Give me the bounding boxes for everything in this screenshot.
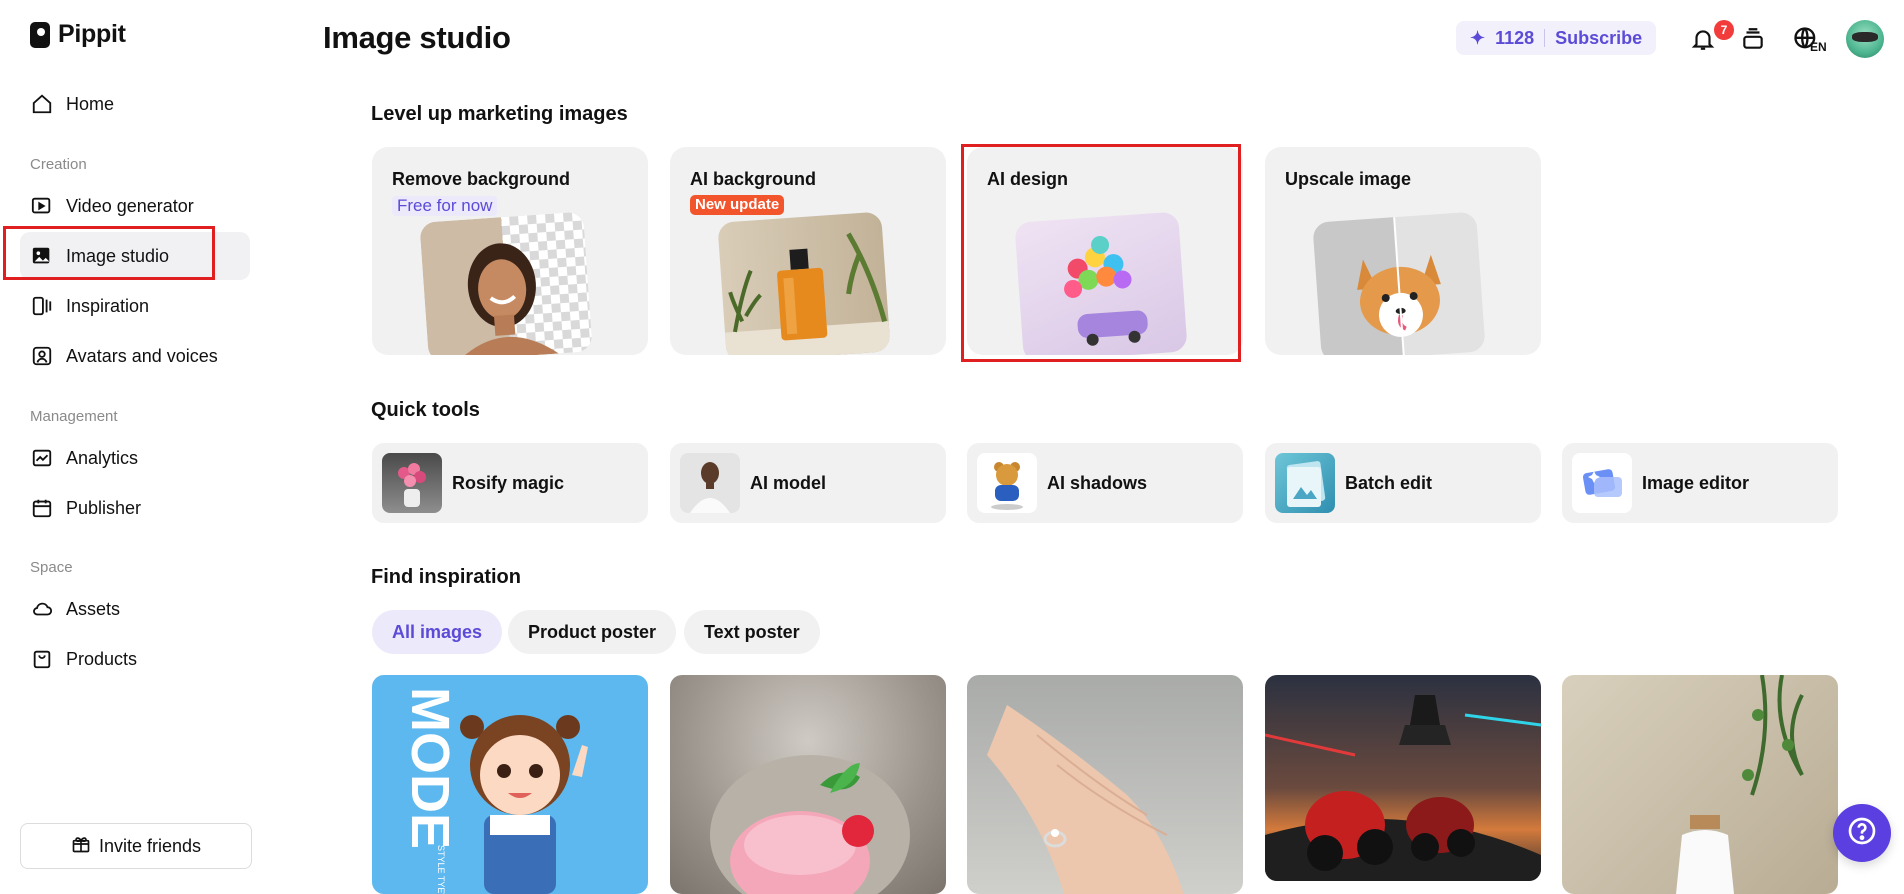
section-title-quick-tools: Quick tools — [371, 399, 480, 421]
card-title: Upscale image — [1285, 169, 1412, 189]
tool-label: Image editor — [1642, 472, 1750, 493]
teddy-bear-thumbnail — [977, 453, 1037, 513]
corgi-dog-image — [1312, 211, 1486, 355]
user-avatar[interactable] — [1846, 20, 1884, 58]
bag-icon — [30, 647, 54, 671]
section-title-inspiration: Find inspiration — [371, 566, 521, 588]
tool-label: Batch edit — [1345, 472, 1433, 493]
sidebar: Pippit Home Creation Video generator Ima… — [0, 0, 270, 894]
app-logo[interactable]: Pippit — [30, 20, 126, 49]
card-remove-background[interactable]: Remove background Free for now — [372, 147, 648, 355]
help-question-icon — [1846, 815, 1878, 852]
sidebar-item-analytics[interactable]: Analytics — [20, 434, 250, 482]
filter-all-images[interactable]: All images — [372, 610, 503, 654]
inspiration-image-motorcycles[interactable] — [1265, 675, 1541, 881]
tool-ai-model[interactable]: AI model — [670, 443, 946, 523]
sidebar-item-video-generator[interactable]: Video generator — [20, 182, 250, 230]
avatar-icon — [30, 344, 54, 368]
sidebar-item-label: Video generator — [66, 195, 194, 216]
notification-badge: 7 — [1714, 20, 1734, 40]
inspiration-image-drink[interactable] — [670, 675, 946, 894]
language-code: EN — [1810, 40, 1827, 54]
home-icon — [30, 92, 54, 116]
section-title-marketing: Level up marketing images — [371, 103, 628, 125]
section-label-management: Management — [30, 408, 118, 425]
gift-icon — [71, 834, 91, 859]
tool-label: AI shadows — [1047, 472, 1148, 493]
credits-subscribe-bar[interactable]: ✦ 1128 Subscribe — [1456, 21, 1657, 55]
card-tag-free: Free for now — [392, 196, 498, 216]
invite-friends-label: Invite friends — [98, 835, 202, 856]
image-editor-thumbnail — [1572, 453, 1632, 513]
image-add-icon — [30, 244, 54, 268]
section-label-creation: Creation — [30, 156, 87, 173]
poster-text: MODE — [400, 687, 460, 849]
calendar-icon — [30, 496, 54, 520]
card-tag-new-update: New update — [690, 195, 785, 215]
rose-vase-thumbnail — [382, 453, 442, 513]
sparkle-icon: ✦ — [1470, 27, 1486, 48]
inspiration-image-milk-bottle[interactable] — [1562, 675, 1838, 894]
tool-label: AI model — [750, 472, 827, 493]
perfume-bottle-image — [717, 211, 891, 355]
sidebar-item-label: Image studio — [66, 245, 170, 266]
cloud-icon — [30, 597, 54, 621]
help-button[interactable] — [1833, 804, 1891, 862]
page-title: Image studio — [323, 20, 511, 55]
sidebar-item-label: Home — [66, 93, 115, 114]
sidebar-item-label: Analytics — [66, 447, 139, 468]
balloon-car-image — [1014, 211, 1188, 355]
invite-friends-button[interactable]: Invite friends — [20, 823, 252, 869]
tool-image-editor[interactable]: Image editor — [1562, 443, 1838, 523]
divider — [1544, 29, 1546, 47]
sidebar-item-label: Avatars and voices — [66, 345, 218, 366]
filter-product-poster[interactable]: Product poster — [508, 610, 677, 654]
card-title: AI background — [690, 169, 817, 189]
man-model-thumbnail — [680, 453, 740, 513]
language-globe-icon[interactable]: EN — [1786, 22, 1827, 56]
sidebar-item-assets[interactable]: Assets — [20, 585, 250, 633]
inspiration-icon — [30, 294, 54, 318]
poster-subtext: STYLE TYEW — [436, 845, 446, 894]
filter-text-poster[interactable]: Text poster — [684, 610, 820, 654]
layers-icon[interactable] — [1736, 22, 1770, 56]
credits-count: 1128 — [1495, 27, 1535, 48]
subscribe-button[interactable]: Subscribe — [1555, 28, 1642, 49]
inspiration-image-girl-poster[interactable]: MODE STYLE TYEW — [372, 675, 648, 894]
sidebar-item-home[interactable]: Home — [20, 80, 250, 128]
sidebar-item-image-studio[interactable]: Image studio — [20, 232, 250, 280]
video-add-icon — [30, 194, 54, 218]
sidebar-item-avatars-voices[interactable]: Avatars and voices — [20, 332, 250, 380]
card-title: Remove background — [392, 169, 571, 189]
tool-ai-shadows[interactable]: AI shadows — [967, 443, 1243, 523]
tool-batch-edit[interactable]: Batch edit — [1265, 443, 1541, 523]
inspiration-image-ring-hand[interactable] — [967, 675, 1243, 894]
sidebar-item-products[interactable]: Products — [20, 635, 250, 683]
sidebar-item-label: Inspiration — [66, 295, 150, 316]
sidebar-item-publisher[interactable]: Publisher — [20, 484, 250, 532]
card-upscale-image[interactable]: Upscale image — [1265, 147, 1541, 355]
logo-icon — [30, 21, 50, 48]
analytics-icon — [30, 446, 54, 470]
sidebar-item-label: Publisher — [66, 497, 142, 518]
tool-label: Rosify magic — [452, 472, 565, 493]
card-title: AI design — [987, 169, 1069, 189]
tool-rosify-magic[interactable]: Rosify magic — [372, 443, 648, 523]
batch-photos-thumbnail — [1275, 453, 1335, 513]
sidebar-item-label: Products — [66, 648, 138, 669]
card-ai-design[interactable]: AI design — [967, 147, 1243, 355]
sidebar-item-inspiration[interactable]: Inspiration — [20, 282, 250, 330]
card-ai-background[interactable]: AI background New update — [670, 147, 946, 355]
sidebar-item-label: Assets — [66, 598, 121, 619]
section-label-space: Space — [30, 559, 73, 576]
woman-portrait-image — [419, 211, 593, 355]
app-name: Pippit — [58, 20, 126, 48]
